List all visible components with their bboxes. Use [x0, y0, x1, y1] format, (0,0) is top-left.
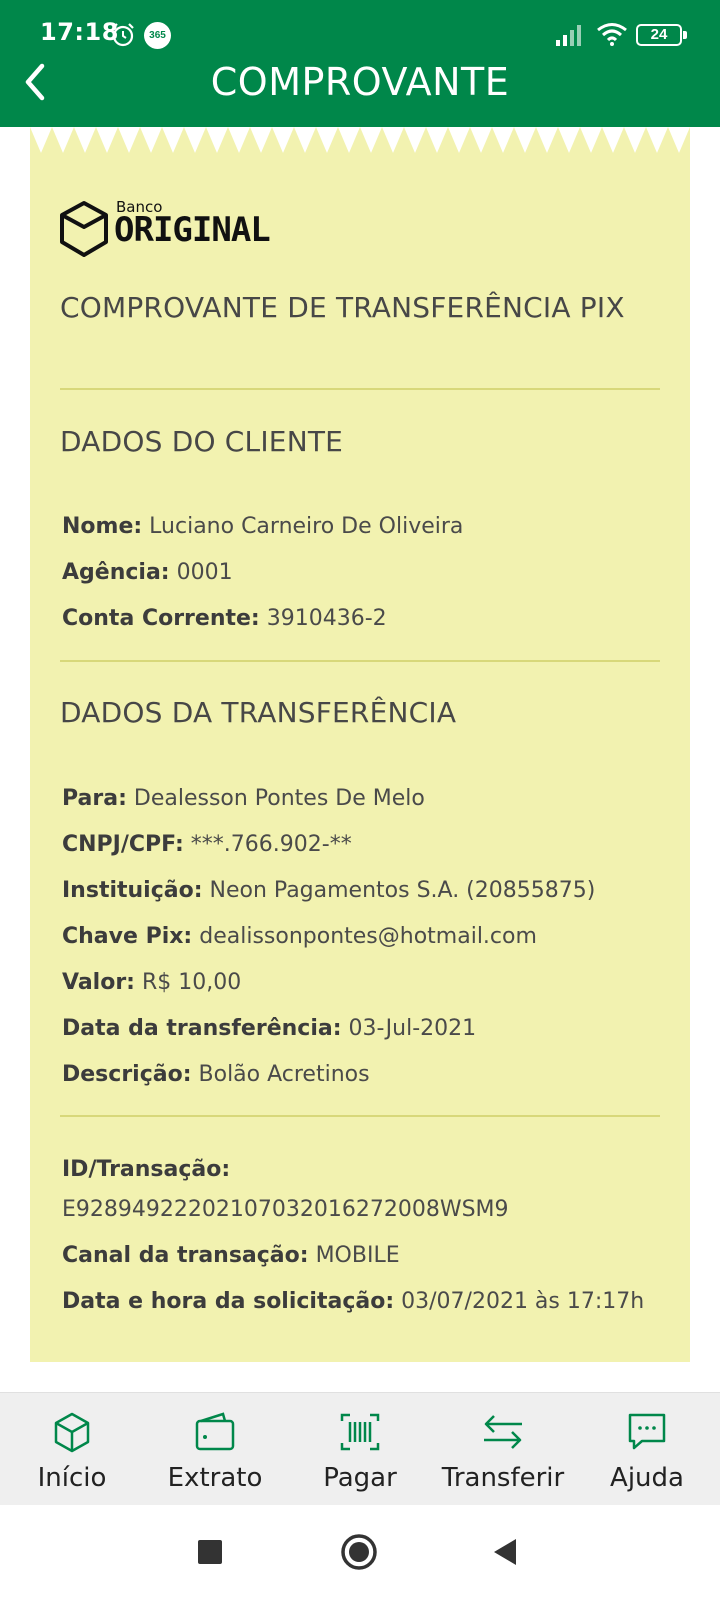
divider: [60, 660, 660, 662]
transfer-recipient-row: Para: Dealesson Pontes De Melo: [62, 786, 425, 811]
divider: [60, 388, 660, 390]
bank-logo: Banco ORIGINAL: [58, 198, 271, 260]
wifi-icon: [597, 23, 627, 46]
nav-pagar[interactable]: Pagar: [290, 1393, 430, 1506]
recent-apps-icon[interactable]: [196, 1538, 224, 1566]
client-name-row: Nome: Luciano Carneiro De Oliveira: [62, 514, 464, 539]
receipt-torn-edge: [30, 127, 690, 157]
status-time: 17:18: [40, 18, 119, 46]
chat-icon: [628, 1413, 666, 1450]
app-header: 17:18 365 24 COMPROVANTE: [0, 0, 720, 127]
battery-icon: 24: [636, 24, 687, 46]
nav-label: Ajuda: [610, 1463, 684, 1493]
home-icon[interactable]: [339, 1532, 379, 1572]
transaction-channel-row: Canal da transação: MOBILE: [62, 1243, 400, 1268]
transfer-description-row: Descrição: Bolão Acretinos: [62, 1062, 370, 1087]
transfer-section-heading: DADOS DA TRANSFERÊNCIA: [60, 696, 457, 729]
receipt-title: COMPROVANTE DE TRANSFERÊNCIA PIX: [60, 291, 625, 324]
system-navigation-bar: [0, 1505, 720, 1600]
transaction-id-label: ID/Transação:: [62, 1157, 231, 1182]
back-icon[interactable]: [490, 1536, 520, 1568]
status-bar: 17:18 365 24: [0, 0, 720, 62]
nav-label: Transferir: [441, 1463, 565, 1493]
client-account-row: Conta Corrente: 3910436-2: [62, 606, 387, 631]
nav-transferir[interactable]: Transferir: [433, 1393, 573, 1506]
transaction-datetime-row: Data e hora da solicitação: 03/07/2021 à…: [62, 1289, 645, 1314]
transfer-amount-row: Valor: R$ 10,00: [62, 970, 242, 995]
transfer-arrows-icon: [484, 1415, 522, 1449]
nav-label: Início: [37, 1463, 107, 1493]
client-section-heading: DADOS DO CLIENTE: [60, 425, 344, 458]
bottom-nav: Início Extrato Pagar Transferir Ajuda: [0, 1392, 720, 1505]
transfer-pix-key-row: Chave Pix: dealissonpontes@hotmail.com: [62, 924, 537, 949]
nav-inicio[interactable]: Início: [2, 1393, 142, 1506]
page-title: COMPROVANTE: [210, 60, 510, 104]
cube-logo-icon: [60, 201, 108, 257]
transaction-id-value: E92894922202107032016272008WSM9: [62, 1197, 509, 1222]
logo-text-big: ORIGINAL: [114, 210, 271, 250]
transfer-date-row: Data da transferência: 03-Jul-2021: [62, 1016, 477, 1041]
nav-ajuda[interactable]: Ajuda: [577, 1393, 717, 1506]
wallet-icon: [195, 1412, 235, 1451]
nav-label: Extrato: [167, 1463, 263, 1493]
divider: [60, 1115, 660, 1117]
alarm-icon: [112, 23, 134, 47]
nav-extrato[interactable]: Extrato: [145, 1393, 285, 1506]
app-365-icon: 365: [144, 22, 171, 49]
cube-icon: [54, 1412, 90, 1453]
client-agency-row: Agência: 0001: [62, 560, 233, 585]
transfer-institution-row: Instituição: Neon Pagamentos S.A. (20855…: [62, 878, 596, 903]
transfer-document-row: CNPJ/CPF: ***.766.902-**: [62, 832, 352, 857]
signal-icon: [556, 25, 581, 46]
barcode-icon: [340, 1413, 380, 1451]
nav-label: Pagar: [323, 1463, 397, 1493]
